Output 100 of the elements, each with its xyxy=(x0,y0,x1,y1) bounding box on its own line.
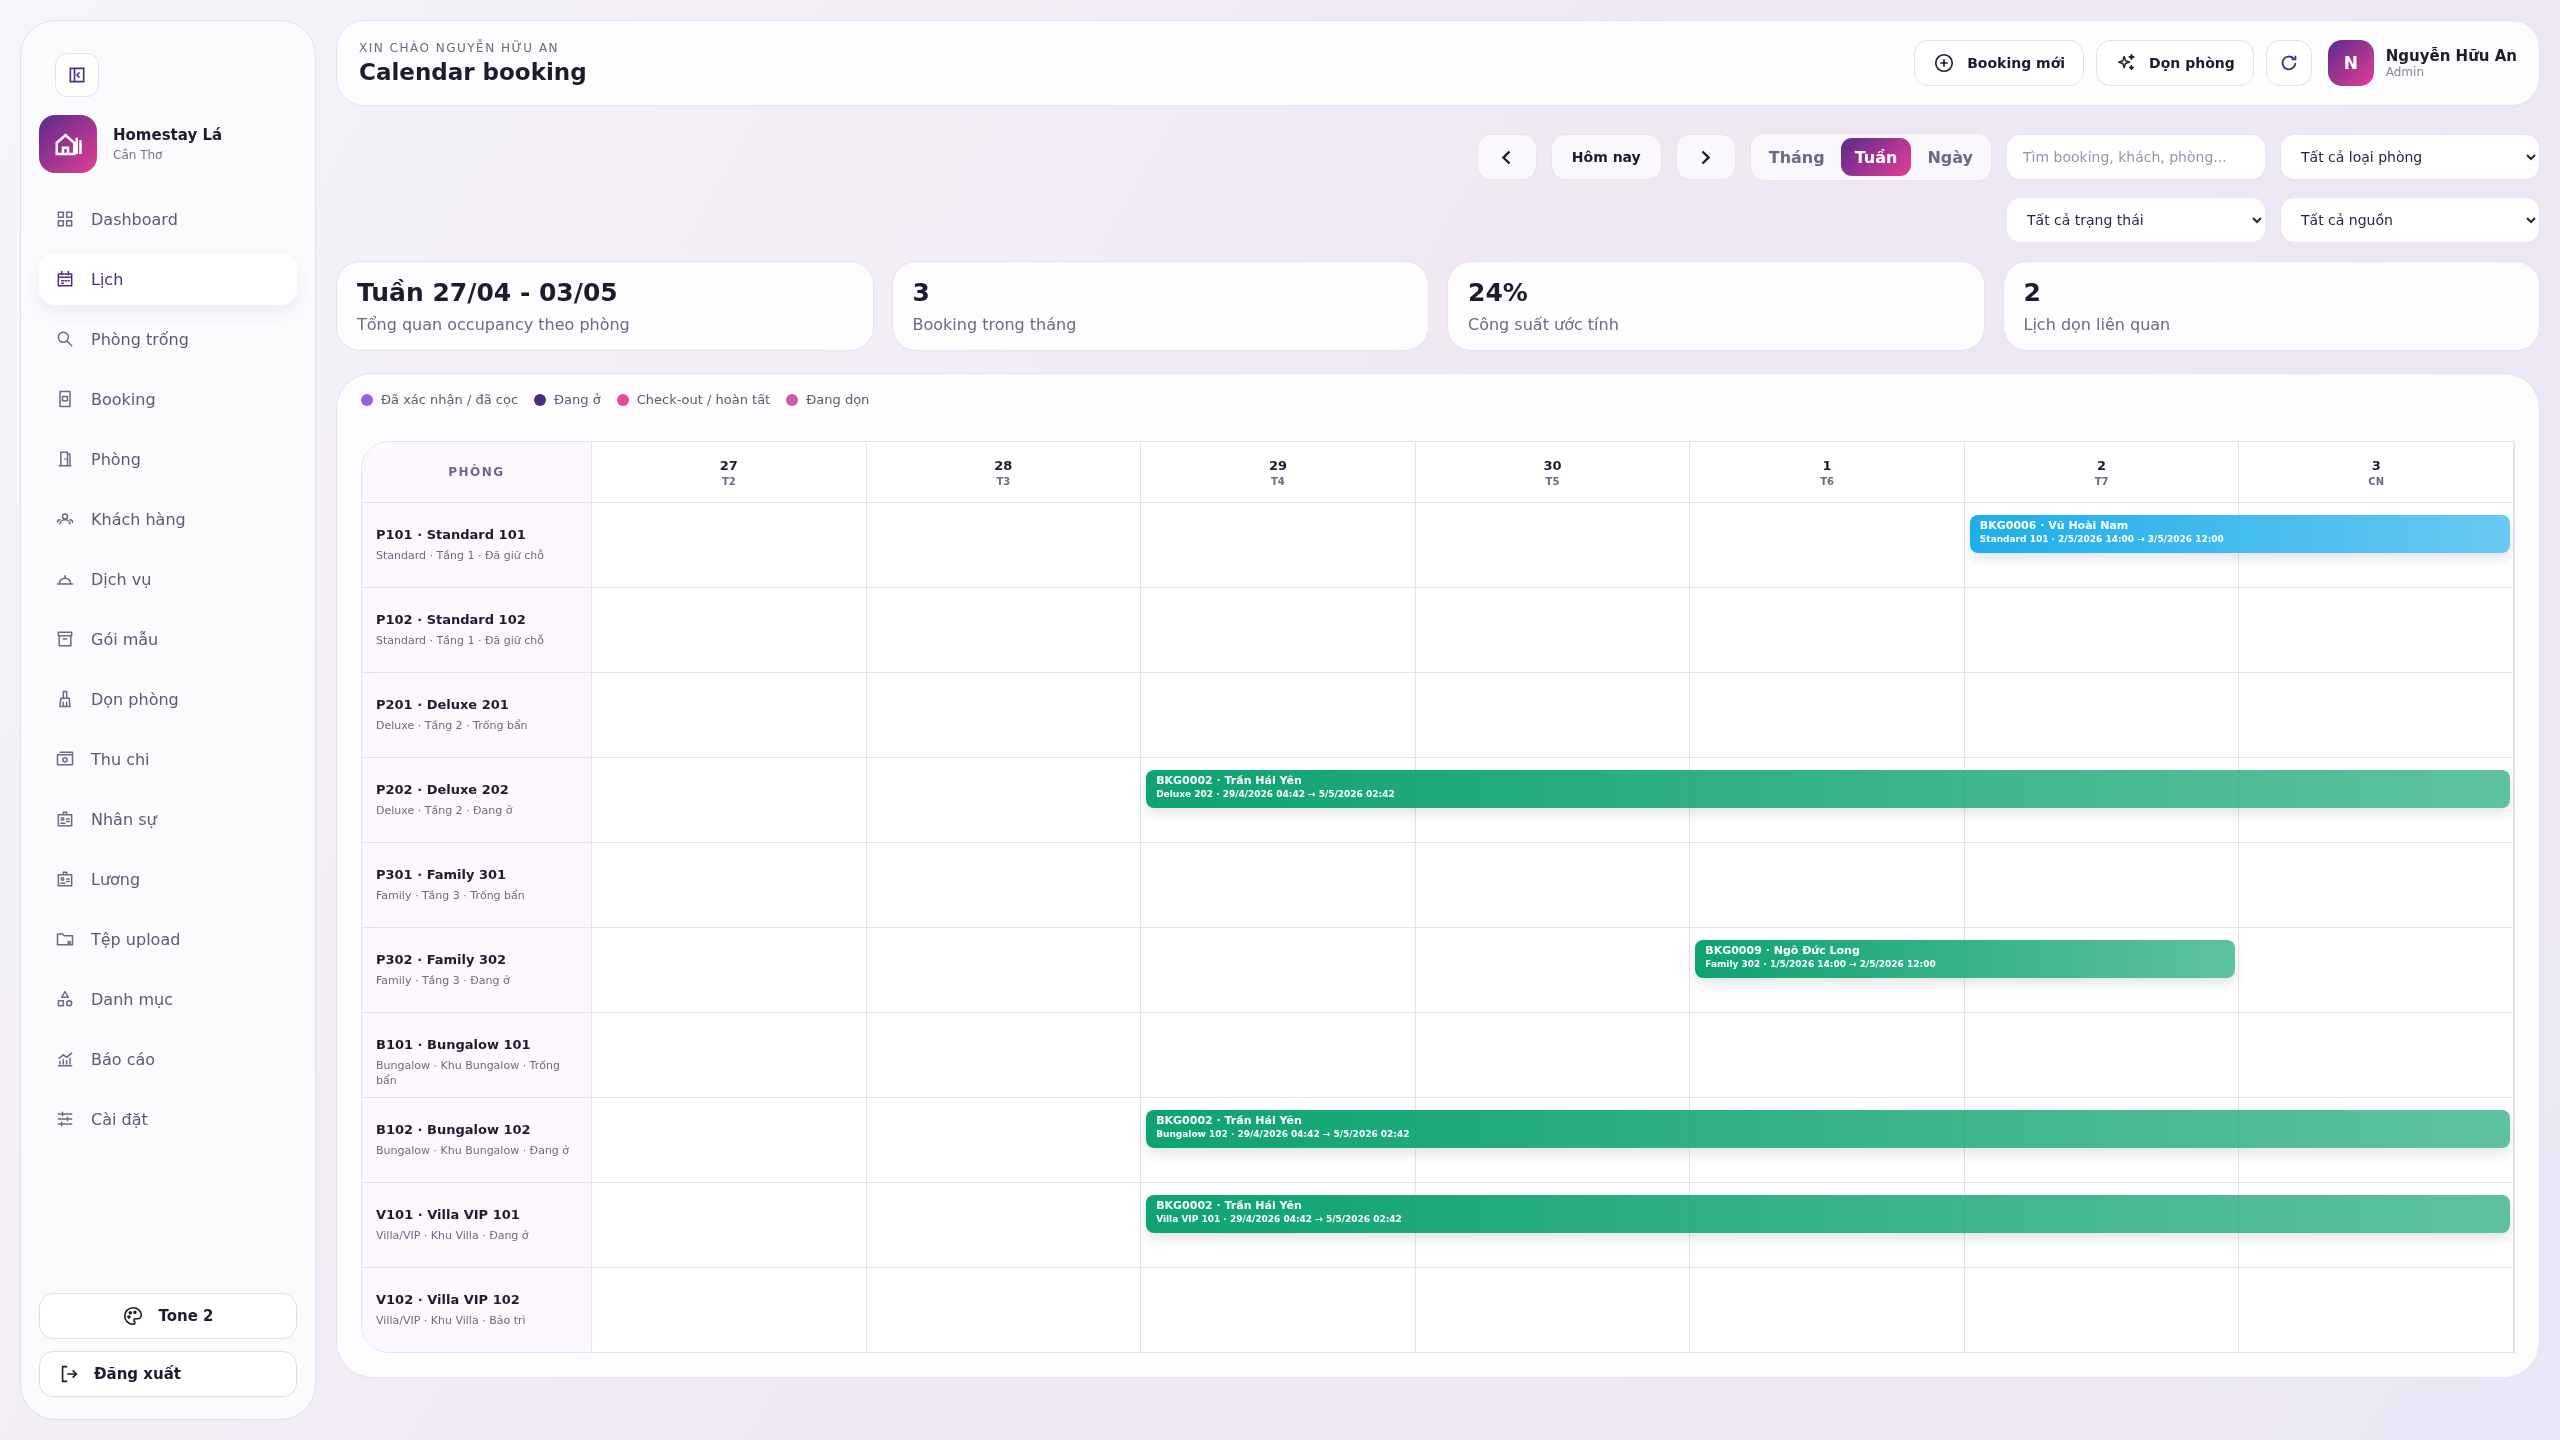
sidebar-item[interactable]: Báo cáo xyxy=(39,1033,297,1085)
sidebar-item[interactable]: Thu chi xyxy=(39,733,297,785)
column-header: PHÒNG xyxy=(362,442,592,502)
weekday: CN xyxy=(2368,475,2385,487)
stat-value: 24% xyxy=(1468,278,1529,307)
weekday: T2 xyxy=(721,475,736,487)
room-name: B101 · Bungalow 101 xyxy=(376,1037,532,1052)
sidebar-item[interactable]: Dọn phòng xyxy=(39,673,297,725)
legend-label: Đang ở xyxy=(554,392,601,407)
sidebar-item[interactable]: Phòng trống xyxy=(39,313,297,365)
sliders-icon xyxy=(55,1109,75,1129)
day-number: 3 xyxy=(2371,457,2381,473)
search-icon xyxy=(55,329,75,349)
new-booking-button[interactable]: Booking mới xyxy=(1914,40,2085,86)
sidebar-item[interactable]: Nhân sự xyxy=(39,793,297,845)
room-name: P101 · Standard 101 xyxy=(376,527,527,542)
room-detail: Deluxe · Tầng 2 · Đang ở xyxy=(376,803,514,819)
day-number: 28 xyxy=(994,457,1013,473)
logout-button[interactable]: Đăng xuất xyxy=(39,1351,297,1397)
day-number: 2 xyxy=(2097,457,2107,473)
room-type-select[interactable]: Tất cả loại phòng xyxy=(2280,134,2540,180)
box-icon xyxy=(55,629,75,649)
brand-location: Cần Thơ xyxy=(113,148,164,162)
room-name: P102 · Standard 102 xyxy=(376,612,527,627)
room-name: V102 · Villa VIP 102 xyxy=(376,1292,521,1307)
stat-label: Công suất ước tính xyxy=(1468,315,1620,334)
sidebar-item[interactable]: Booking xyxy=(39,373,297,425)
grid-icon xyxy=(55,209,75,229)
palette-icon xyxy=(122,1305,145,1327)
search-field[interactable]: Tìm booking, khách, phòng... xyxy=(2006,134,2266,180)
room-detail: Bungalow · Khu Bungalow · Trống bẩn xyxy=(376,1058,561,1089)
shapes-icon xyxy=(55,989,75,1009)
user-avatar[interactable]: N xyxy=(2327,40,2374,86)
house-logo-icon xyxy=(39,115,97,173)
legend-label: Check-out / hoàn tất xyxy=(636,392,771,407)
stat-value: 3 xyxy=(912,278,931,307)
theme-button[interactable]: Tone 2 xyxy=(39,1293,297,1339)
sidebar-item[interactable]: Danh mục xyxy=(39,973,297,1025)
day-number: 30 xyxy=(1543,457,1562,473)
calendar-icon xyxy=(55,269,75,289)
weekday: T7 xyxy=(2094,475,2109,487)
page-title: Calendar booking xyxy=(359,59,587,85)
day-number: 29 xyxy=(1268,457,1287,473)
sidebar-toggle-icon[interactable] xyxy=(55,53,99,97)
legend-label: Đã xác nhận / đã cọc xyxy=(381,392,519,407)
sidebar-item[interactable]: Tệp upload xyxy=(39,913,297,965)
view-tab[interactable]: Tháng xyxy=(1754,138,1839,176)
room-detail: Villa/VIP · Khu Villa · Đang ở xyxy=(376,1228,530,1244)
sidebar-item[interactable]: Dashboard xyxy=(39,193,297,245)
money-icon xyxy=(55,749,75,769)
plus-icon xyxy=(1933,52,1956,74)
room-detail: Deluxe · Tầng 2 · Trống bẩn xyxy=(376,718,529,734)
stat-label: Booking trong tháng xyxy=(912,315,1078,334)
stat-label: Lịch dọn liên quan xyxy=(2023,315,2172,334)
brand-name: Homestay Lá xyxy=(113,126,223,144)
weekday: T5 xyxy=(1545,475,1560,487)
sidebar-item[interactable]: Lịch xyxy=(39,253,297,305)
user-role: Admin xyxy=(2385,65,2425,79)
greeting: XIN CHÀO NGUYỄN HỮU AN xyxy=(359,41,561,55)
user-name: Nguyễn Hữu An xyxy=(2385,47,2517,65)
room-name: P202 · Deluxe 202 xyxy=(376,782,510,797)
sidebar-item[interactable]: Khách hàng xyxy=(39,493,297,545)
chart-icon xyxy=(55,1049,75,1069)
refresh-icon[interactable] xyxy=(2265,40,2312,86)
sidebar-item[interactable]: Lương xyxy=(39,853,297,905)
day-number: 27 xyxy=(719,457,738,473)
room-detail: Villa/VIP · Khu Villa · Bảo trì xyxy=(376,1313,527,1329)
weekday: T4 xyxy=(1271,475,1285,487)
room-name: P302 · Family 302 xyxy=(376,952,508,967)
sidebar-item[interactable]: Gói mẫu xyxy=(39,613,297,665)
room-detail: Family · Tầng 3 · Trống bẩn xyxy=(376,888,526,904)
source-select[interactable]: Tất cả nguồn xyxy=(2280,197,2540,243)
today-button[interactable]: Hôm nay xyxy=(1550,134,1662,180)
room-name: P201 · Deluxe 201 xyxy=(376,697,510,712)
sidebar-item[interactable]: Dịch vụ xyxy=(39,553,297,605)
status-select[interactable]: Tất cả trạng thái xyxy=(2006,197,2266,243)
chevron-left-icon xyxy=(1502,149,1512,165)
room-detail: Bungalow · Khu Bungalow · Đang ở xyxy=(376,1143,571,1159)
room-detail: Standard · Tầng 1 · Đã giữ chỗ xyxy=(376,548,545,564)
stat-label: Tổng quan occupancy theo phòng xyxy=(357,315,631,334)
id-card-icon xyxy=(55,809,75,829)
chevron-right-icon xyxy=(1701,149,1711,165)
weekday: T3 xyxy=(996,475,1011,487)
day-number: 1 xyxy=(1822,457,1832,473)
weekday: T6 xyxy=(1820,475,1834,487)
room-name: P301 · Family 301 xyxy=(376,867,508,882)
id-card-icon xyxy=(55,869,75,889)
stat-value: 2 xyxy=(2023,278,2042,307)
room-detail: Standard · Tầng 1 · Đã giữ chỗ xyxy=(376,633,545,649)
sidebar-item[interactable]: Phòng xyxy=(39,433,297,485)
view-tab[interactable]: Tuần xyxy=(1840,138,1912,176)
legend-label: Đang dọn xyxy=(806,392,870,407)
room-detail: Family · Tầng 3 · Đang ở xyxy=(376,973,511,989)
cleaning-button[interactable]: Dọn phòng xyxy=(2096,40,2254,86)
room-name: B102 · Bungalow 102 xyxy=(376,1122,532,1137)
view-tab[interactable]: Ngày xyxy=(1913,138,1987,176)
stat-value: Tuần 27/04 - 03/05 xyxy=(357,278,619,307)
room-name: V101 · Villa VIP 101 xyxy=(376,1207,521,1222)
sidebar-item[interactable]: Cài đặt xyxy=(39,1093,297,1145)
door-icon xyxy=(55,449,75,469)
